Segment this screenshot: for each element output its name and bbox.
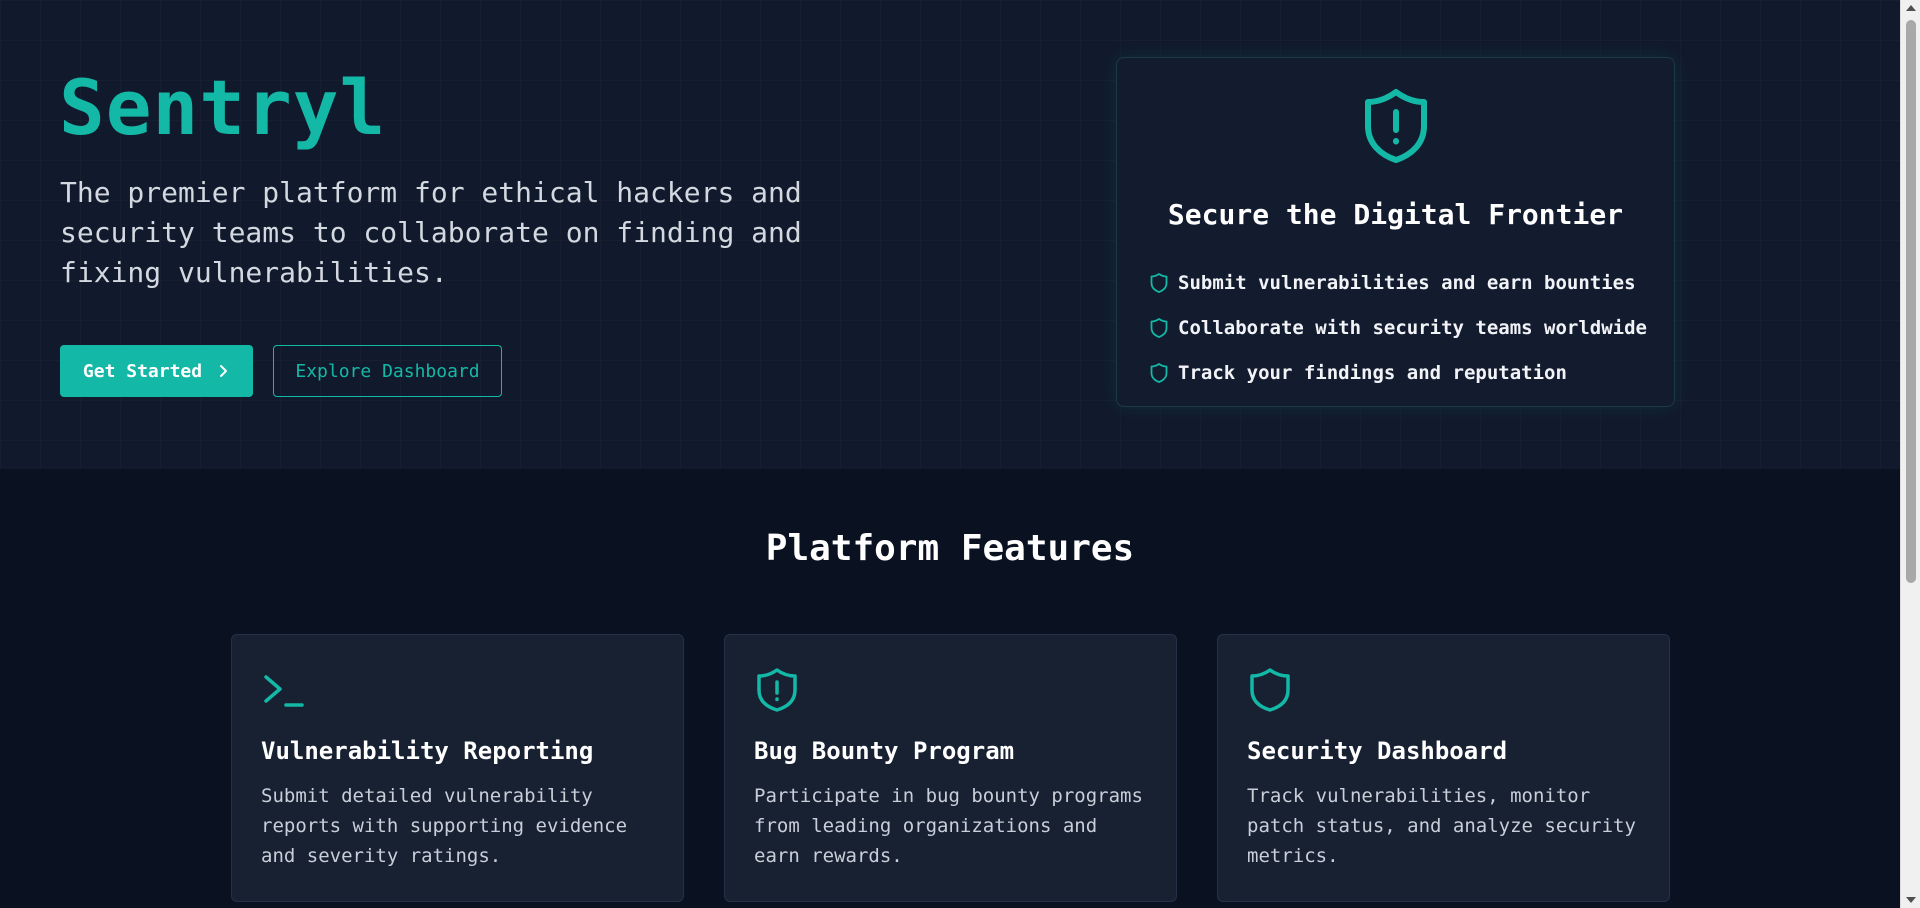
brand-title: Sentryl	[59, 63, 387, 152]
shield-alert-icon	[1365, 89, 1427, 163]
shield-icon	[1150, 362, 1168, 383]
feature-description: Participate in bug bounty programs from …	[754, 785, 1143, 867]
vertical-scrollbar[interactable]	[1900, 0, 1920, 908]
feature-card-bug-bounty: Bug Bounty Program Participate in bug bo…	[724, 634, 1177, 902]
shield-icon	[1250, 668, 1290, 712]
feature-title: Bug Bounty Program	[754, 737, 1015, 765]
get-started-label: Get Started	[82, 360, 203, 382]
feature-card-security-dashboard: Security Dashboard Track vulnerabilities…	[1217, 634, 1670, 902]
features-section-title: Platform Features	[765, 528, 1135, 569]
feature-description: Track vulnerabilities, monitor patch sta…	[1247, 785, 1636, 867]
info-card-title: Secure the Digital Frontier	[1167, 198, 1624, 231]
terminal-icon	[264, 675, 304, 707]
scroll-down-arrow-icon[interactable]	[1906, 897, 1916, 903]
shield-icon	[1150, 272, 1168, 293]
feature-title: Security Dashboard	[1247, 737, 1508, 765]
list-item: Submit vulnerabilities and earn bounties	[1149, 260, 1647, 305]
list-item-text: Track your findings and reputation	[1178, 361, 1567, 384]
feature-description: Submit detailed vulnerability reports wi…	[261, 785, 628, 867]
info-card-list: Submit vulnerabilities and earn bounties…	[1149, 260, 1647, 395]
shield-icon	[1150, 317, 1168, 338]
feature-title: Vulnerability Reporting	[261, 737, 594, 765]
hero-tagline: The premier platform for ethical hackers…	[60, 176, 802, 289]
get-started-button[interactable]: Get Started	[60, 345, 253, 397]
scrollbar-thumb[interactable]	[1906, 20, 1916, 583]
list-item-text: Submit vulnerabilities and earn bounties	[1178, 271, 1636, 294]
info-card: Secure the Digital Frontier Submit vulne…	[1116, 57, 1675, 407]
hero-section: Sentryl The premier platform for ethical…	[0, 0, 1900, 469]
shield-alert-icon	[757, 668, 797, 712]
scroll-up-arrow-icon[interactable]	[1906, 5, 1916, 11]
chevron-right-icon	[220, 365, 228, 377]
explore-dashboard-label: Explore Dashboard	[295, 360, 480, 382]
feature-card-vulnerability-reporting: Vulnerability Reporting Submit detailed …	[231, 634, 684, 902]
list-item-text: Collaborate with security teams worldwid…	[1178, 316, 1647, 339]
list-item: Track your findings and reputation	[1149, 350, 1647, 395]
explore-dashboard-button[interactable]: Explore Dashboard	[273, 345, 502, 397]
list-item: Collaborate with security teams worldwid…	[1149, 305, 1647, 350]
